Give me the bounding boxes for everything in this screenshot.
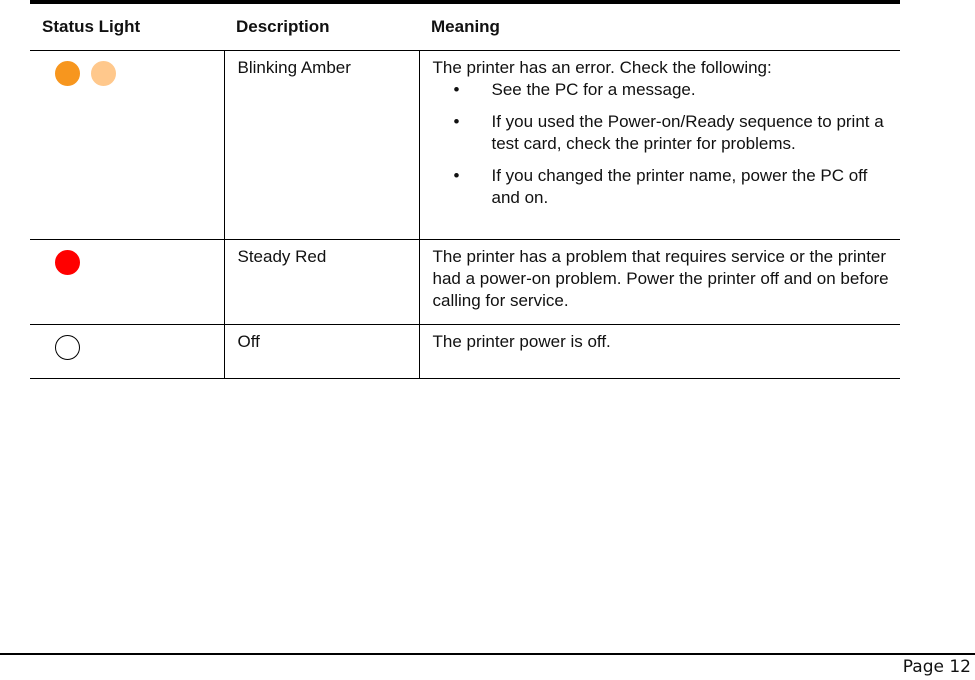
table-row: Blinking Amber The printer has an error.…	[30, 50, 901, 240]
light-off-icon	[55, 335, 80, 360]
check-list-item: See the PC for a message.	[433, 79, 901, 101]
status-light-cell	[30, 50, 224, 240]
status-light-cell	[30, 324, 224, 379]
amber-light-dim-icon	[91, 61, 116, 86]
description-cell: Steady Red	[223, 239, 419, 325]
table-row: Off The printer power is off.	[30, 324, 900, 379]
header-description: Description	[224, 4, 419, 51]
status-light-cell	[30, 239, 224, 325]
check-list-item: If you changed the printer name, power t…	[433, 165, 901, 209]
meaning-cell: The printer has an error. Check the foll…	[418, 50, 901, 240]
description-cell: Blinking Amber	[223, 50, 419, 240]
header-status-light: Status Light	[30, 4, 224, 51]
meaning-text: The printer has an error. Check the foll…	[432, 58, 772, 77]
check-list-item: If you used the Power-on/Ready sequence …	[433, 111, 901, 155]
meaning-cell: The printer has a problem that requires …	[418, 239, 900, 325]
red-light-icon	[55, 250, 80, 275]
check-list: See the PC for a message. If you used th…	[433, 79, 901, 209]
amber-light-on-icon	[55, 61, 80, 86]
footer-rule	[0, 653, 975, 655]
status-light-table: Status Light Description Meaning Blinkin…	[30, 4, 900, 379]
description-cell: Off	[223, 324, 419, 379]
table-row: Steady Red The printer has a problem tha…	[30, 239, 900, 325]
header-meaning: Meaning	[419, 4, 900, 51]
meaning-cell: The printer power is off.	[418, 324, 900, 379]
page-number: Page 12	[902, 657, 971, 677]
table-header-row: Status Light Description Meaning	[30, 4, 900, 51]
